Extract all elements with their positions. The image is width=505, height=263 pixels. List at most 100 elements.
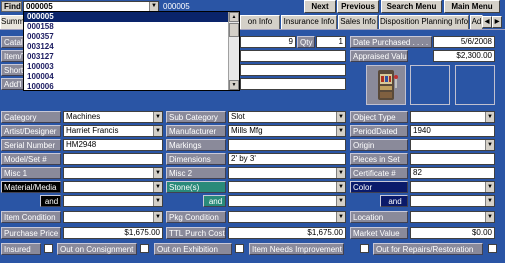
pieces-in-set-field[interactable] bbox=[410, 153, 495, 165]
scroll-up-icon[interactable]: ▲ bbox=[229, 12, 239, 22]
insured-checkbox[interactable] bbox=[44, 244, 53, 253]
stones-and-label: and bbox=[203, 195, 226, 207]
next-button[interactable]: Next bbox=[304, 0, 336, 13]
chevron-down-icon[interactable]: ▼ bbox=[153, 126, 162, 136]
slot-machine-image bbox=[367, 66, 405, 104]
tab-scroll-left-button[interactable]: ◀ bbox=[482, 16, 492, 28]
item-title-field[interactable] bbox=[240, 50, 346, 62]
tab-summary[interactable]: Summ bbox=[0, 15, 24, 29]
tab-acquisition-info[interactable]: on Info bbox=[240, 15, 280, 29]
chevron-down-icon[interactable]: ▼ bbox=[336, 182, 345, 192]
category-select[interactable]: Machines ▼ bbox=[63, 111, 163, 123]
short-description-field[interactable] bbox=[240, 64, 346, 76]
date-purchased-field[interactable]: 5/6/2008 bbox=[433, 36, 495, 48]
dimensions-field[interactable]: 2' by 3' bbox=[228, 153, 346, 165]
ttl-purch-cost-label: TTL Purch Cost bbox=[166, 227, 226, 239]
dropdown-item[interactable]: 000357 bbox=[24, 32, 239, 42]
purchase-price-field[interactable]: $1,675.00 bbox=[63, 227, 163, 239]
chevron-down-icon[interactable]: ▼ bbox=[336, 212, 345, 222]
chevron-down-icon[interactable]: ▼ bbox=[485, 196, 494, 206]
additional-description-field[interactable] bbox=[240, 78, 346, 90]
artist-designer-select[interactable]: Harriet Francis ▼ bbox=[63, 125, 163, 137]
manufacturer-select[interactable]: Mills Mfg ▼ bbox=[228, 125, 346, 137]
chevron-down-icon[interactable]: ▼ bbox=[153, 168, 162, 178]
color-label: Color bbox=[350, 181, 408, 193]
item-condition-select[interactable]: ▼ bbox=[63, 211, 163, 223]
sub-category-select[interactable]: Slot ▼ bbox=[228, 111, 346, 123]
chevron-down-icon[interactable]: ▼ bbox=[336, 126, 345, 136]
find-dropdown-list[interactable]: 000005 000158 000357 003124 003127 10000… bbox=[23, 11, 240, 91]
photo-slot-2[interactable] bbox=[410, 65, 450, 105]
dropdown-item[interactable]: 100004 bbox=[24, 72, 239, 82]
color-and-label: and bbox=[380, 195, 408, 207]
chevron-down-icon[interactable]: ▼ bbox=[336, 168, 345, 178]
item-photo[interactable] bbox=[366, 65, 406, 105]
chevron-down-icon[interactable]: ▼ bbox=[485, 140, 494, 150]
purchase-price-label: Purchase Price bbox=[1, 227, 61, 239]
dropdown-item[interactable]: 000005 bbox=[24, 12, 239, 22]
material-media-select-1[interactable]: ▼ bbox=[63, 181, 163, 193]
certificate-field[interactable]: 82 bbox=[410, 167, 495, 179]
item-condition-label: Item Condition bbox=[1, 211, 61, 223]
chevron-down-icon[interactable]: ▼ bbox=[153, 112, 162, 122]
misc-1-select[interactable]: ▼ bbox=[63, 167, 163, 179]
dimensions-label: Dimensions bbox=[166, 153, 226, 165]
material-and-label: and bbox=[40, 195, 61, 207]
markings-field[interactable] bbox=[228, 139, 346, 151]
chevron-down-icon[interactable]: ▼ bbox=[485, 212, 494, 222]
tab-sales-info[interactable]: Sales Info bbox=[338, 15, 378, 29]
misc-2-select[interactable]: ▼ bbox=[228, 167, 346, 179]
dropdown-scrollbar[interactable]: ▲ ▼ bbox=[228, 12, 239, 90]
object-type-select[interactable]: ▼ bbox=[410, 111, 495, 123]
color-select-1[interactable]: ▼ bbox=[410, 181, 495, 193]
dropdown-item[interactable]: 003127 bbox=[24, 52, 239, 62]
tab-insurance-info[interactable]: Insurance Info bbox=[281, 15, 337, 29]
origin-select[interactable]: ▼ bbox=[410, 139, 495, 151]
color-select-2[interactable]: ▼ bbox=[410, 195, 495, 207]
out-for-repairs-checkbox[interactable] bbox=[488, 244, 497, 253]
chevron-down-icon[interactable]: ▼ bbox=[485, 182, 494, 192]
period-date-field[interactable]: 1940 bbox=[410, 125, 495, 137]
material-media-select-2[interactable]: ▼ bbox=[63, 195, 163, 207]
chevron-down-icon[interactable]: ▼ bbox=[149, 2, 158, 11]
out-on-consignment-checkbox[interactable] bbox=[140, 244, 149, 253]
photo-slot-3[interactable] bbox=[455, 65, 495, 105]
chevron-down-icon[interactable]: ▼ bbox=[153, 182, 162, 192]
chevron-down-icon[interactable]: ▼ bbox=[485, 112, 494, 122]
sub-category-label: Sub Category bbox=[166, 111, 226, 123]
pkg-condition-select[interactable]: ▼ bbox=[228, 211, 346, 223]
object-type-label: Object Type bbox=[350, 111, 408, 123]
scroll-thumb[interactable] bbox=[229, 23, 239, 37]
dropdown-item[interactable]: 000158 bbox=[24, 22, 239, 32]
catalog-number-field[interactable]: 9 bbox=[240, 36, 296, 48]
chevron-down-icon[interactable]: ▼ bbox=[153, 196, 162, 206]
market-value-field[interactable]: $0.00 bbox=[410, 227, 495, 239]
qty-label: Qty bbox=[297, 36, 315, 48]
appraised-value-field[interactable]: $2,300.00 bbox=[433, 50, 495, 62]
stones-select-2[interactable]: ▼ bbox=[228, 195, 346, 207]
tab-disposition-planning-info[interactable]: Disposition Planning Info bbox=[379, 15, 469, 29]
serial-number-field[interactable]: HM2948 bbox=[63, 139, 163, 151]
previous-button[interactable]: Previous bbox=[337, 0, 379, 13]
item-needs-improvement-label: Item Needs Improvement bbox=[249, 243, 344, 255]
out-on-exhibition-label: Out on Exhibition bbox=[154, 243, 232, 255]
ttl-purch-cost-field[interactable]: $1,675.00 bbox=[228, 227, 346, 239]
stones-select-1[interactable]: ▼ bbox=[228, 181, 346, 193]
search-menu-button[interactable]: Search Menu bbox=[381, 0, 442, 13]
chevron-down-icon[interactable]: ▼ bbox=[336, 196, 345, 206]
scroll-down-icon[interactable]: ▼ bbox=[229, 80, 239, 90]
qty-field[interactable]: 1 bbox=[316, 36, 346, 48]
chevron-down-icon[interactable]: ▼ bbox=[336, 112, 345, 122]
dropdown-item[interactable]: 100003 bbox=[24, 62, 239, 72]
dropdown-item[interactable]: 003124 bbox=[24, 42, 239, 52]
model-set-field[interactable] bbox=[63, 153, 163, 165]
pkg-condition-label: Pkg Condition bbox=[166, 211, 226, 223]
location-select[interactable]: ▼ bbox=[410, 211, 495, 223]
date-purchased-label: Date Purchased . . . . bbox=[350, 36, 432, 48]
main-menu-button[interactable]: Main Menu bbox=[444, 0, 500, 13]
out-on-exhibition-checkbox[interactable] bbox=[235, 244, 244, 253]
dropdown-item[interactable]: 100006 bbox=[24, 82, 239, 92]
chevron-down-icon[interactable]: ▼ bbox=[153, 212, 162, 222]
item-needs-improvement-checkbox[interactable] bbox=[360, 244, 369, 253]
tab-scroll-right-button[interactable]: ▶ bbox=[492, 16, 502, 28]
